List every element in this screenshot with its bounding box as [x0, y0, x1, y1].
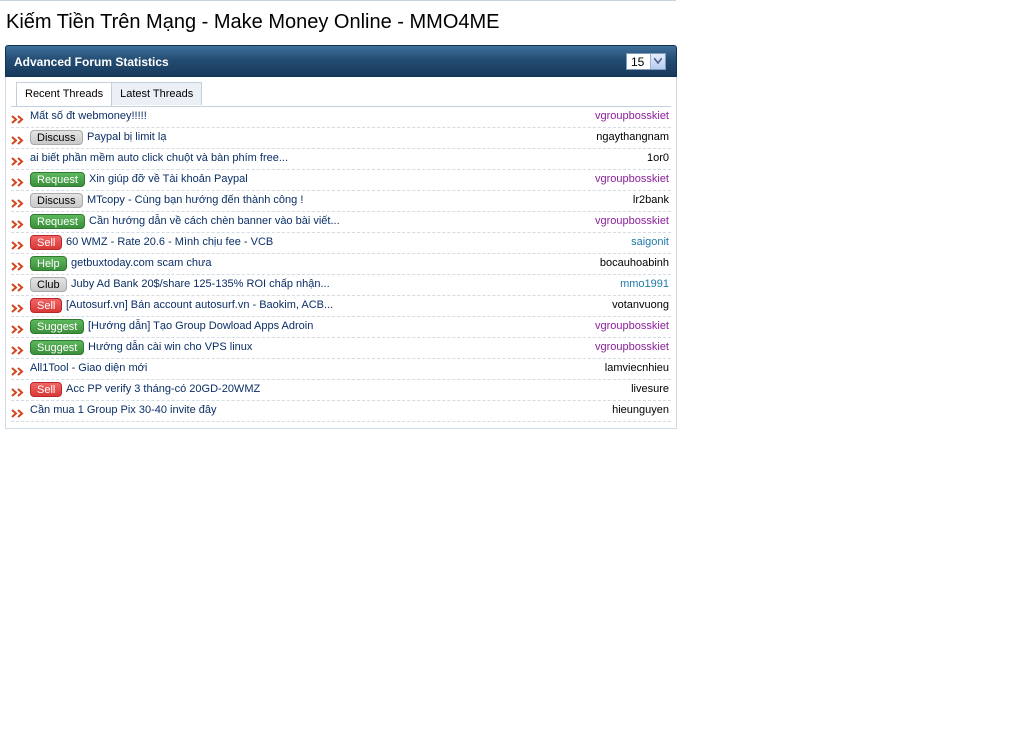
thread-title-link[interactable]: [Autosurf.vn] Bán account autosurf.vn - … [66, 296, 333, 315]
thread-title-link[interactable]: Acc PP verify 3 tháng-có 20GD-20WMZ [66, 380, 260, 399]
double-chevron-right-icon [11, 364, 24, 376]
thread-row: All1Tool - Giao diện mới lamviecnhieu [11, 359, 671, 380]
thread-prefix-badge[interactable]: Discuss [30, 130, 83, 145]
thread-tabs: Recent Threads Latest Threads [11, 82, 671, 107]
thread-title-link[interactable]: Cần mua 1 Group Pix 30-40 invite đây [30, 401, 217, 420]
double-chevron-right-icon [11, 406, 24, 418]
thread-prefix-badge[interactable]: Sell [30, 382, 63, 397]
thread-list: Mất số đt webmoney!!!!! vgroupbosskiet Dis… [11, 107, 671, 422]
thread-title-link[interactable]: Paypal bị limit lạ [87, 128, 166, 147]
thread-author-link[interactable]: 1or0 [647, 149, 669, 168]
chevron-down-icon[interactable] [650, 54, 665, 69]
thread-prefix-badge[interactable]: Discuss [30, 193, 83, 208]
thread-title-link[interactable]: Mất số đt webmoney!!!!! [30, 107, 147, 126]
thread-row: Request Cần hướng dẫn về cách chèn banner… [11, 212, 671, 233]
page-title: Kiếm Tiền Trên Mạng - Make Money Online … [6, 11, 500, 33]
thread-row: Sell Acc PP verify 3 tháng-có 20GD-20WMZ l… [11, 380, 671, 401]
thread-author-link[interactable]: bocauhoabinh [600, 254, 669, 273]
statistics-header: Advanced Forum Statistics 15 [5, 45, 677, 77]
double-chevron-right-icon [11, 154, 24, 166]
top-divider [0, 0, 676, 1]
thread-author-link[interactable]: hieunguyen [612, 401, 669, 420]
thread-author-link[interactable]: saigonit [631, 233, 669, 252]
tab-latest-threads[interactable]: Latest Threads [111, 82, 203, 105]
thread-prefix-badge[interactable]: Sell [30, 298, 63, 313]
thread-prefix-badge[interactable]: Request [30, 172, 85, 187]
double-chevron-right-icon [11, 343, 24, 355]
thread-title-link[interactable]: Hướng dẫn cài win cho VPS linux [88, 338, 252, 357]
thread-author-link[interactable]: mmo1991 [620, 275, 669, 294]
thread-prefix-badge[interactable]: Suggest [30, 319, 85, 334]
thread-row: Club Juby Ad Bank 20$/share 125-135% ROI … [11, 275, 671, 296]
thread-title-link[interactable]: 60 WMZ - Rate 20.6 - Mình chịu fee - VCB [66, 233, 273, 252]
double-chevron-right-icon [11, 259, 24, 271]
thread-title-link[interactable]: [Hướng dẫn] Tạo Group Dowload Apps Adroi… [88, 317, 313, 336]
double-chevron-right-icon [11, 112, 24, 124]
thread-author-link[interactable]: lr2bank [633, 191, 669, 210]
thread-prefix-badge[interactable]: Request [30, 214, 85, 229]
thread-title-link[interactable]: Cần hướng dẫn về cách chèn banner vào bà… [89, 212, 340, 231]
thread-title-link[interactable]: MTcopy - Cùng bạn hướng đến thành công ! [87, 191, 303, 210]
double-chevron-right-icon [11, 385, 24, 397]
thread-author-link[interactable]: votanvuong [612, 296, 669, 315]
double-chevron-right-icon [11, 175, 24, 187]
thread-row: ai biết phần mềm auto click chuột và bàn… [11, 149, 671, 170]
thread-row: Cần mua 1 Group Pix 30-40 invite đây hieu… [11, 401, 671, 422]
thread-author-link[interactable]: vgroupbosskiet [595, 170, 669, 189]
double-chevron-right-icon [11, 322, 24, 334]
thread-author-link[interactable]: vgroupbosskiet [595, 212, 669, 231]
tab-recent-threads[interactable]: Recent Threads [16, 82, 113, 106]
thread-author-link[interactable]: lamviecnhieu [605, 359, 669, 378]
thread-limit-value: 15 [631, 55, 645, 69]
double-chevron-right-icon [11, 280, 24, 292]
thread-row: Discuss Paypal bị limit lạ ngaythangnam [11, 128, 671, 149]
thread-prefix-badge[interactable]: Club [30, 277, 67, 292]
thread-title-link[interactable]: getbuxtoday.com scam chưa [71, 254, 211, 273]
thread-row: Mất số đt webmoney!!!!! vgroupbosskiet [11, 107, 671, 128]
thread-author-link[interactable]: livesure [631, 380, 669, 399]
thread-title-link[interactable]: All1Tool - Giao diện mới [30, 359, 147, 378]
double-chevron-right-icon [11, 238, 24, 250]
double-chevron-right-icon [11, 133, 24, 145]
thread-limit-select[interactable]: 15 [626, 53, 666, 70]
thread-row: Help getbuxtoday.com scam chưa bocauhoabin… [11, 254, 671, 275]
thread-prefix-badge[interactable]: Help [30, 256, 67, 271]
thread-row: Sell [Autosurf.vn] Bán account autosurf.v… [11, 296, 671, 317]
thread-row: Request Xin giúp đỡ về Tài khoản Paypal vg… [11, 170, 671, 191]
thread-prefix-badge[interactable]: Sell [30, 235, 63, 250]
statistics-title: Advanced Forum Statistics [14, 55, 169, 69]
statistics-body: Recent Threads Latest Threads Mất số đt … [5, 77, 677, 429]
thread-author-link[interactable]: vgroupbosskiet [595, 338, 669, 357]
thread-row: Discuss MTcopy - Cùng bạn hướng đến thành… [11, 191, 671, 212]
thread-author-link[interactable]: ngaythangnam [596, 128, 669, 147]
thread-title-link[interactable]: ai biết phần mềm auto click chuột và bàn… [30, 149, 288, 168]
forum-statistics-panel: Advanced Forum Statistics 15 Recent Thre… [5, 45, 677, 429]
thread-author-link[interactable]: vgroupbosskiet [595, 107, 669, 126]
double-chevron-right-icon [11, 196, 24, 208]
double-chevron-right-icon [11, 217, 24, 229]
thread-row: Sell 60 WMZ - Rate 20.6 - Mình chịu fee -… [11, 233, 671, 254]
double-chevron-right-icon [11, 301, 24, 313]
thread-title-link[interactable]: Juby Ad Bank 20$/share 125-135% ROI chấp… [71, 275, 330, 294]
thread-row: Suggest Hướng dẫn cài win cho VPS linux vg… [11, 338, 671, 359]
thread-title-link[interactable]: Xin giúp đỡ về Tài khoản Paypal [89, 170, 248, 189]
thread-row: Suggest [Hướng dẫn] Tạo Group Dowload App… [11, 317, 671, 338]
thread-author-link[interactable]: vgroupbosskiet [595, 317, 669, 336]
thread-prefix-badge[interactable]: Suggest [30, 340, 85, 355]
